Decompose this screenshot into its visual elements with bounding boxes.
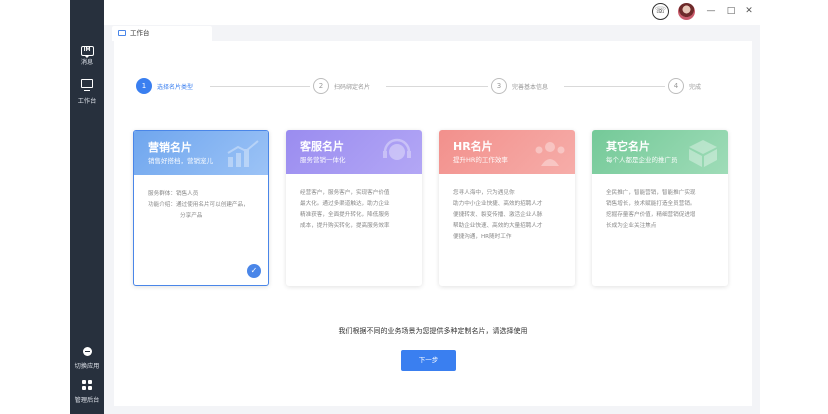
admin-grid-icon: [82, 380, 92, 390]
sidebar-item-label: 管理后台: [74, 396, 100, 404]
sidebar-item-messages[interactable]: IM 消息: [70, 36, 104, 66]
card-line: 长成为企业关注焦点: [606, 223, 657, 229]
step-4-label: 完成: [689, 84, 702, 91]
workbench-monitor-icon: [81, 79, 93, 91]
phone-icon[interactable]: ☏: [652, 3, 669, 20]
card-line: 功能介绍：通过使用名片可以创建产品，: [148, 202, 249, 208]
sidebar-item-admin[interactable]: 管理后台: [70, 375, 104, 404]
sidebar-item-label: 工作台: [77, 97, 97, 105]
sidebar-item-label: 切换应用: [74, 362, 100, 370]
card-line: 服务群体：销售人员: [148, 191, 199, 197]
selected-check-icon: ✓: [247, 264, 261, 278]
monitor-icon: [118, 30, 126, 36]
card-line: 成本，提升购买转化，提高服务效率: [300, 223, 390, 229]
page: IM 消息 工作台 切换应用 管理后台 ☏ — □ ✕ 工作台 1 选择名片类型…: [0, 0, 828, 414]
headset-icon: [383, 138, 411, 160]
tab-strip: 工作台: [104, 25, 760, 41]
card-header: 其它名片 每个人都是企业的推广员: [592, 130, 728, 174]
card-line: 帮助企业快速、高效的大量招聘人才: [453, 223, 543, 229]
card-line: 精准获客，全面提升转化，降低服务: [300, 212, 390, 218]
card-description: 全民推广，智能营销，智能推广实现 销售增长，技术赋能打造全员营销。 挖掘存量客户…: [592, 174, 728, 232]
card-line: 销售增长，技术赋能打造全员营销。: [606, 201, 696, 207]
title-bar: ☏ — □ ✕: [104, 0, 760, 25]
step-connector: [386, 86, 488, 87]
card-customer-service[interactable]: 客服名片 服务营销一体化 经营客户，服务客户，实现客户价值 最大化。通过多渠道触…: [286, 130, 422, 286]
sidebar-item-switch-app[interactable]: 切换应用: [70, 341, 104, 370]
main-content: 1 选择名片类型 2 扫码绑定名片 3 完善基本信息 4 完成 营销名片 销售好…: [114, 41, 752, 406]
card-description: 您寻人海中，只为遇见你 助力中小企业快捷、高效的招聘人才 便捷转发、裂变传播、激…: [439, 174, 575, 243]
card-marketing[interactable]: 营销名片 销售好搭档，营销宠儿 服务群体：销售人员 功能介绍：通过使用名片可以创…: [133, 130, 269, 286]
switch-app-icon: [82, 347, 92, 356]
step-1-circle: 1: [136, 78, 152, 94]
sidebar-item-workbench[interactable]: 工作台: [70, 73, 104, 105]
step-1-label: 选择名片类型: [157, 84, 194, 91]
next-step-button[interactable]: 下一步: [401, 350, 456, 371]
chart-trend-icon: [227, 140, 259, 167]
avatar[interactable]: [678, 3, 695, 20]
card-description: 服务群体：销售人员 功能介绍：通过使用名片可以创建产品， 分享产品: [134, 175, 268, 222]
step-3-label: 完善基本信息: [512, 84, 549, 91]
selection-hint: 我们根据不同的业务场景为您提供多种定制名片，请选择使用: [338, 327, 528, 335]
im-message-icon: IM: [80, 46, 94, 58]
minimize-button[interactable]: —: [705, 5, 717, 17]
card-header: HR名片 提升HR的工作效率: [439, 130, 575, 174]
step-progress: 1 选择名片类型 2 扫码绑定名片 3 完善基本信息 4 完成: [136, 78, 736, 98]
sidebar: IM 消息 工作台 切换应用 管理后台: [70, 0, 104, 414]
step-2-label: 扫码绑定名片: [334, 84, 371, 91]
card-header: 客服名片 服务营销一体化: [286, 130, 422, 174]
card-line: 挖掘存量客户价值，精细营销促进增: [606, 212, 696, 218]
card-header: 营销名片 销售好搭档，营销宠儿: [134, 131, 268, 175]
app-window: IM 消息 工作台 切换应用 管理后台 ☏ — □ ✕ 工作台 1 选择名片类型…: [70, 0, 760, 414]
maximize-button[interactable]: □: [725, 5, 737, 17]
card-description: 经营客户，服务客户，实现客户价值 最大化。通过多渠道触达，助力企业 精准获客，全…: [286, 174, 422, 232]
card-line: 您寻人海中，只为遇见你: [453, 190, 515, 196]
step-connector: [210, 86, 310, 87]
card-line: 全民推广，智能营销，智能推广实现: [606, 190, 696, 196]
card-hr[interactable]: HR名片 提升HR的工作效率 您寻人海中，只为遇见你 助力中小企业快捷、高效的招…: [439, 130, 575, 286]
step-3-circle: 3: [491, 78, 507, 94]
step-2-circle: 2: [313, 78, 329, 94]
step-connector: [564, 86, 665, 87]
close-button[interactable]: ✕: [743, 5, 755, 17]
card-line: 便捷沟通，HR随时工作: [453, 234, 512, 240]
step-4-circle: 4: [668, 78, 684, 94]
card-line: 经营客户，服务客户，实现客户价值: [300, 190, 390, 196]
card-other[interactable]: 其它名片 每个人都是企业的推广员 全民推广，智能营销，智能推广实现 销售增长，技…: [592, 130, 728, 286]
tab-label: 工作台: [130, 29, 150, 37]
card-line: 最大化。通过多渠道触达，助力企业: [300, 201, 390, 207]
sidebar-item-label: 消息: [80, 58, 94, 66]
card-line: 分享产品: [180, 213, 203, 219]
cube-icon: [689, 140, 717, 167]
people-group-icon: [535, 142, 565, 166]
tab-workbench[interactable]: 工作台: [112, 26, 212, 41]
card-line: 助力中小企业快捷、高效的招聘人才: [453, 201, 543, 207]
card-line: 便捷转发、裂变传播、激活企业人脉: [453, 212, 543, 218]
